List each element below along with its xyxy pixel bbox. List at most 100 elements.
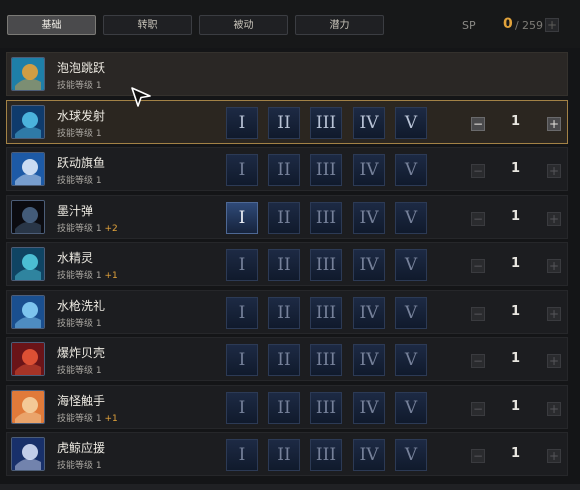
- skill-name: 海怪触手: [57, 394, 106, 408]
- skill-row[interactable]: 水精灵 技能等级 1 +1 I II III IV V −1 +: [6, 242, 568, 286]
- tier-button[interactable]: IV: [353, 297, 385, 329]
- tab-basic[interactable]: 基础: [7, 15, 96, 35]
- tier-button[interactable]: V: [395, 297, 427, 329]
- tier-button[interactable]: I: [226, 249, 258, 281]
- tier-button[interactable]: III: [310, 154, 342, 186]
- skill-level-bonus: +2: [104, 224, 118, 234]
- increase-level-button[interactable]: +: [547, 117, 561, 131]
- decrease-level-button[interactable]: −: [471, 164, 485, 178]
- skill-row[interactable]: 海怪触手 技能等级 1 +1 I II III IV V −1 +: [6, 385, 568, 429]
- decrease-level-button[interactable]: −: [471, 449, 485, 463]
- decrease-level-button[interactable]: −: [471, 354, 485, 368]
- tier-button[interactable]: II: [268, 344, 300, 376]
- tier-button[interactable]: III: [310, 439, 342, 471]
- sea-monster-tentacle-icon[interactable]: [11, 390, 45, 424]
- increase-level-button[interactable]: +: [547, 164, 561, 178]
- skill-row[interactable]: 爆炸贝壳 技能等级 1 I II III IV V −1 +: [6, 337, 568, 381]
- decrease-level-button[interactable]: −: [471, 212, 485, 226]
- water-spirit-icon[interactable]: [11, 247, 45, 281]
- tier-button[interactable]: IV: [353, 344, 385, 376]
- orca-support-icon[interactable]: [11, 437, 45, 471]
- tier-button[interactable]: III: [310, 107, 342, 139]
- skill-row[interactable]: 墨汁弹 技能等级 1 +2 I II III IV V −1 +: [6, 195, 568, 239]
- tier-button[interactable]: IV: [353, 202, 385, 234]
- tier-button[interactable]: II: [268, 249, 300, 281]
- skill-tab-bar: 基础 转职 被动 潜力 SP 0 / 259 +: [0, 0, 580, 48]
- tier-button[interactable]: II: [268, 392, 300, 424]
- tier-button[interactable]: I: [226, 344, 258, 376]
- tier-button[interactable]: II: [268, 202, 300, 234]
- water-ball-icon[interactable]: [11, 105, 45, 139]
- swordfish-icon[interactable]: [11, 152, 45, 186]
- tier-button[interactable]: II: [268, 154, 300, 186]
- ink-bomb-icon[interactable]: [11, 200, 45, 234]
- tier-button[interactable]: IV: [353, 107, 385, 139]
- tier-button[interactable]: II: [268, 297, 300, 329]
- increase-level-button[interactable]: +: [547, 307, 561, 321]
- decrease-level-button[interactable]: −: [471, 259, 485, 273]
- tier-button[interactable]: I: [226, 107, 258, 139]
- decrease-level-button[interactable]: −: [471, 307, 485, 321]
- tier-button[interactable]: V: [395, 344, 427, 376]
- skill-level-text: 技能等级 1: [57, 319, 102, 329]
- skill-name: 墨汁弹: [57, 204, 94, 218]
- tier-button[interactable]: II: [268, 439, 300, 471]
- tier-button[interactable]: V: [395, 439, 427, 471]
- tier-button[interactable]: V: [395, 202, 427, 234]
- tier-button[interactable]: IV: [353, 392, 385, 424]
- tab-class-change[interactable]: 转职: [103, 15, 192, 35]
- tab-passive[interactable]: 被动: [199, 15, 288, 35]
- decrease-level-button[interactable]: −: [471, 402, 485, 416]
- tier-button[interactable]: I: [226, 392, 258, 424]
- skill-level-text: 技能等级 1: [57, 224, 102, 234]
- sp-add-button[interactable]: +: [545, 18, 559, 32]
- decrease-level-button[interactable]: −: [471, 117, 485, 131]
- tier-button[interactable]: III: [310, 344, 342, 376]
- skill-level: 技能等级 1 +1: [57, 411, 118, 424]
- water-gun-icon[interactable]: [11, 295, 45, 329]
- skill-point-count: 1: [511, 114, 521, 129]
- skill-level-text: 技能等级 1: [57, 414, 102, 424]
- increase-level-button[interactable]: +: [547, 259, 561, 273]
- tier-button[interactable]: I: [226, 154, 258, 186]
- sp-separator: /: [515, 19, 519, 32]
- skill-row[interactable]: 虎鲸应援 技能等级 1 I II III IV V −1 +: [6, 432, 568, 476]
- skill-level: 技能等级 1: [57, 78, 102, 91]
- increase-level-button[interactable]: +: [547, 402, 561, 416]
- tier-button[interactable]: V: [395, 249, 427, 281]
- skill-point-count: 1: [511, 351, 521, 366]
- tier-button[interactable]: IV: [353, 154, 385, 186]
- tier-button[interactable]: I: [226, 297, 258, 329]
- bubble-jump-icon[interactable]: [11, 57, 45, 91]
- skill-point-count: 1: [511, 161, 521, 176]
- tier-button[interactable]: V: [395, 107, 427, 139]
- skill-level-bonus: +1: [104, 414, 118, 424]
- skill-level-text: 技能等级 1: [57, 176, 102, 186]
- skill-point-count: 1: [511, 304, 521, 319]
- explosive-shell-icon[interactable]: [11, 342, 45, 376]
- tier-button[interactable]: V: [395, 154, 427, 186]
- tier-button[interactable]: I: [226, 202, 258, 234]
- skill-row[interactable]: 水枪洗礼 技能等级 1 I II III IV V −1 +: [6, 290, 568, 334]
- tier-button[interactable]: III: [310, 249, 342, 281]
- increase-level-button[interactable]: +: [547, 212, 561, 226]
- skill-row[interactable]: 跃动旗鱼 技能等级 1 I II III IV V −1 +: [6, 147, 568, 191]
- skill-row[interactable]: 泡泡跳跃 技能等级 1: [6, 52, 568, 96]
- tier-button[interactable]: IV: [353, 249, 385, 281]
- tier-button[interactable]: III: [310, 202, 342, 234]
- tier-button[interactable]: V: [395, 392, 427, 424]
- sp-max: 259: [522, 19, 543, 32]
- increase-level-button[interactable]: +: [547, 449, 561, 463]
- sp-label: SP: [462, 19, 476, 32]
- skill-level: 技能等级 1: [57, 126, 102, 139]
- increase-level-button[interactable]: +: [547, 354, 561, 368]
- tier-button[interactable]: III: [310, 392, 342, 424]
- tier-button[interactable]: I: [226, 439, 258, 471]
- tab-potential[interactable]: 潜力: [295, 15, 384, 35]
- tier-button[interactable]: II: [268, 107, 300, 139]
- skill-point-count: 1: [511, 446, 521, 461]
- tier-button[interactable]: IV: [353, 439, 385, 471]
- skill-level: 技能等级 1 +2: [57, 221, 118, 234]
- tier-button[interactable]: III: [310, 297, 342, 329]
- skill-row[interactable]: 水球发射 技能等级 1 I II III IV V −1 +: [6, 100, 568, 144]
